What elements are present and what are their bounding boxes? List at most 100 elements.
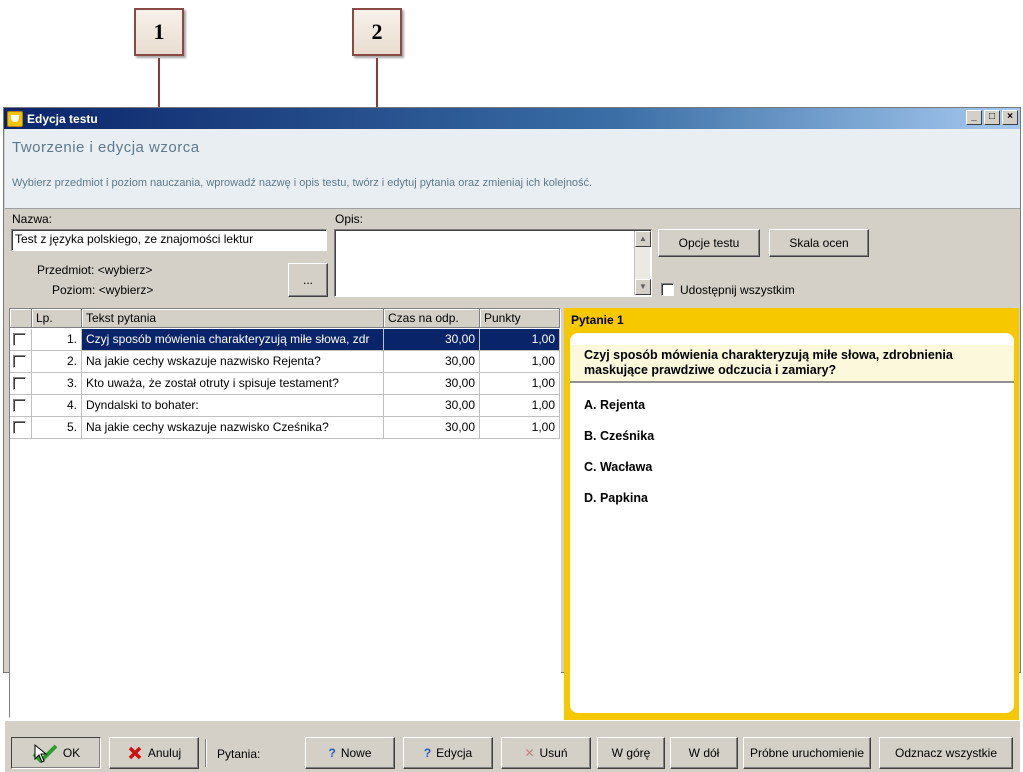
row-points: 1,00 [480,417,560,439]
row-points: 1,00 [480,329,560,351]
row-checkbox[interactable] [13,399,26,412]
row-check-cell [10,417,32,439]
test-options-button[interactable]: Opcje testu [658,229,760,257]
row-time: 30,00 [384,395,480,417]
table-row[interactable]: 1. Czyj sposób mówienia charakteryzują m… [10,329,560,351]
callout-1: 1 [134,8,184,56]
grid-header-time[interactable]: Czas na odp. [384,309,480,328]
close-icon [128,746,142,760]
row-text: Kto uważa, że został otruty i spisuje te… [82,373,384,395]
preview-question: Czyj sposób mówienia charakteryzują miłe… [570,345,1014,383]
preview-card: Czyj sposób mówienia charakteryzują miłe… [570,333,1014,713]
questions-grid[interactable]: Lp. Tekst pytania Czas na odp. Punkty 1.… [9,308,561,718]
level-label: Poziom: <wybierz> [52,283,153,297]
grid-header-text[interactable]: Tekst pytania [82,309,384,328]
row-lp: 3. [32,373,82,395]
delete-label: Usuń [539,746,568,760]
row-check-cell [10,329,32,351]
questions-label: Pytania: [217,747,261,761]
answer-c[interactable]: C. Wacława [584,460,652,474]
row-points: 1,00 [480,395,560,417]
grid-header-check [10,309,32,328]
level-label-text: Poziom: [52,283,96,297]
table-row[interactable]: 4. Dyndalski to bohater: 30,00 1,00 [10,395,560,417]
row-checkbox[interactable] [13,355,26,368]
name-label: Nazwa: [12,212,53,226]
ok-button[interactable]: OK [11,737,101,769]
move-down-button[interactable]: W dół [670,737,738,769]
checkmark-icon [32,743,58,763]
grid-header-lp[interactable]: Lp. [32,309,82,328]
new-question-icon: ? [328,746,336,760]
subject-label: Przedmiot: <wybierz> [37,263,152,277]
app-icon [7,110,23,127]
title-bar[interactable]: Edycja testu _ □ × [4,108,1020,129]
delete-icon: ✕ [524,746,535,760]
row-text: Czyj sposób mówienia charakteryzują miłe… [82,329,384,351]
description-label: Opis: [335,212,364,226]
row-points: 1,00 [480,351,560,373]
description-scrollbar[interactable]: ▲ ▼ [634,231,651,295]
row-check-cell [10,351,32,373]
answer-a[interactable]: A. Rejenta [584,398,645,412]
row-lp: 1. [32,329,82,351]
maximize-button[interactable]: □ [984,110,1000,125]
edit-question-button[interactable]: ? Edycja [403,737,493,769]
level-value[interactable]: <wybierz> [99,283,154,297]
subject-label-text: Przedmiot: [37,263,95,277]
browse-button[interactable]: ... [288,263,328,297]
table-row[interactable]: 3. Kto uważa, że został otruty i spisuje… [10,373,560,395]
delete-question-button[interactable]: ✕ Usuń [501,737,591,769]
edit-label: Edycja [436,746,473,760]
row-time: 30,00 [384,373,480,395]
scroll-up-icon[interactable]: ▲ [635,231,651,247]
description-textarea[interactable] [334,229,652,297]
row-lp: 4. [32,395,82,417]
name-input[interactable]: Test z języka polskiego, ze znajomości l… [11,229,327,251]
cancel-button[interactable]: Anuluj [109,737,199,769]
minimize-button[interactable]: _ [966,110,982,125]
preview-title: Pytanie 1 [571,313,624,327]
row-time: 30,00 [384,329,480,351]
scroll-down-icon[interactable]: ▼ [635,279,651,295]
callout-2: 2 [352,8,402,56]
header-title: Tworzenie i edycja wzorca [12,139,200,156]
ok-label: OK [62,746,81,760]
subject-value[interactable]: <wybierz> [98,263,153,277]
question-preview-panel: Pytanie 1 Czyj sposób mówienia charakter… [564,308,1019,720]
row-time: 30,00 [384,417,480,439]
move-up-button[interactable]: W górę [597,737,665,769]
row-lp: 2. [32,351,82,373]
answer-d[interactable]: D. Papkina [584,491,648,505]
row-check-cell [10,395,32,417]
header-panel: Tworzenie i edycja wzorca Wybierz przedm… [5,129,1020,209]
grid-header-points[interactable]: Punkty [480,309,560,328]
grading-scale-button[interactable]: Skala ocen [769,229,869,257]
share-checkbox[interactable] [661,283,674,296]
row-text: Na jakie cechy wskazuje nazwisko Rejenta… [82,351,384,373]
answer-b[interactable]: B. Cześnika [584,429,654,443]
row-checkbox[interactable] [13,377,26,390]
row-text: Dyndalski to bohater: [82,395,384,417]
uncheck-all-button[interactable]: Odznacz wszystkie [879,737,1013,769]
share-label: Udostępnij wszystkim [680,283,795,297]
new-question-button[interactable]: ? Nowe [305,737,395,769]
new-label: Nowe [340,746,372,760]
edit-question-icon: ? [423,746,432,760]
row-checkbox[interactable] [13,421,26,434]
close-button[interactable]: × [1002,110,1018,125]
row-checkbox[interactable] [13,333,26,346]
row-text: Na jakie cechy wskazuje nazwisko Cześnik… [82,417,384,439]
row-check-cell [10,373,32,395]
row-time: 30,00 [384,351,480,373]
row-points: 1,00 [480,373,560,395]
edit-test-window: Edycja testu _ □ × Tworzenie i edycja wz… [3,107,1021,772]
row-lp: 5. [32,417,82,439]
window-title: Edycja testu [27,111,98,126]
preview-question-text: Czyj sposób mówienia charakteryzują miłe… [584,348,953,377]
table-row[interactable]: 5. Na jakie cechy wskazuje nazwisko Cześ… [10,417,560,439]
table-row[interactable]: 2. Na jakie cechy wskazuje nazwisko Reje… [10,351,560,373]
test-run-button[interactable]: Próbne uruchomienie [743,737,871,769]
footer-toolbar: OK Anuluj Pytania: ? Nowe ? Edycja ✕ Usu… [5,720,1020,772]
header-description: Wybierz przedmiot i poziom nauczania, wp… [12,177,593,189]
